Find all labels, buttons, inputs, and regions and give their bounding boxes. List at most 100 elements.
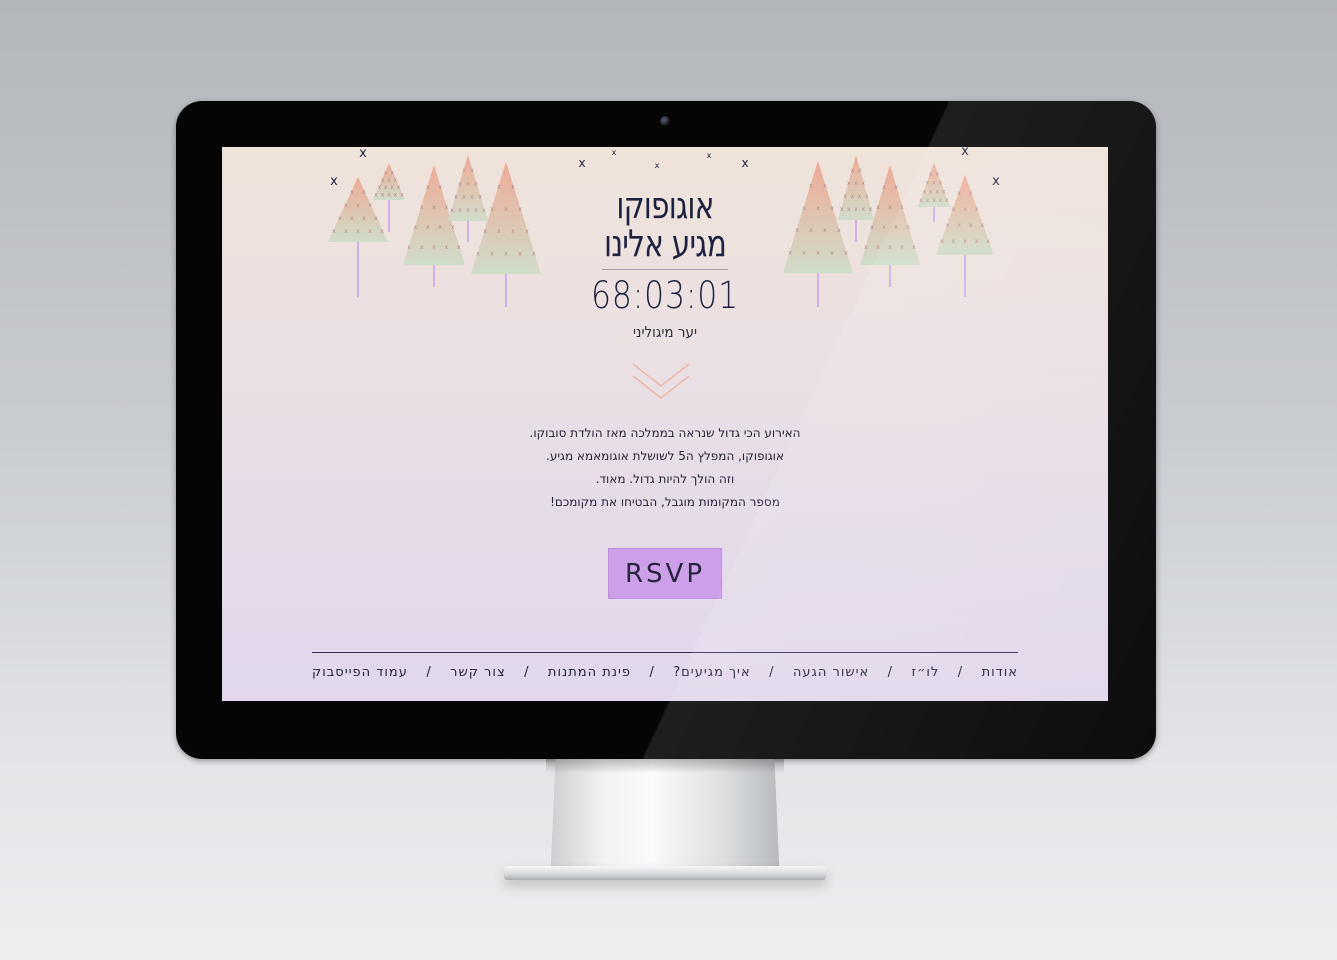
- tree-pattern-mark: x: [381, 192, 385, 199]
- tree-pattern-mark: x: [400, 192, 404, 199]
- tree-pattern-mark: x: [975, 238, 979, 245]
- tree-pattern-mark: x: [900, 244, 904, 251]
- tree-pattern-mark: x: [963, 206, 967, 213]
- tree-pattern-mark: x: [518, 206, 522, 213]
- tree-pattern-mark: x: [390, 169, 394, 176]
- website-screen: x x x x x x x x x x x x x x x x x x x x x x x x x x x x x x x x x x x x x x x x…: [222, 147, 1108, 701]
- tree-pattern-mark: x: [362, 189, 366, 196]
- snow-mark: x: [707, 151, 712, 160]
- nav-item-rsvp[interactable]: אישור הגעה: [793, 665, 869, 680]
- nav-separator: /: [426, 665, 432, 680]
- tree-pattern-mark: x: [865, 193, 869, 200]
- monitor-stand-neck: [546, 759, 784, 879]
- tree-pattern-mark: x: [504, 206, 508, 213]
- tree-pattern-mark: x: [420, 204, 424, 211]
- tree-pattern-mark: x: [344, 202, 348, 209]
- stand-shadow: [546, 759, 784, 773]
- tree-pattern-mark: x: [823, 227, 827, 234]
- tree-pattern-mark: x: [888, 244, 892, 251]
- tree-pattern-mark: x: [823, 182, 827, 189]
- tree-pattern-mark: x: [490, 251, 494, 258]
- tree-pattern-mark: x: [504, 251, 508, 258]
- nav-item-contact[interactable]: צור קשר: [450, 665, 506, 680]
- tree-pattern-mark: x: [926, 197, 930, 204]
- tree-pattern-mark: x: [458, 207, 462, 214]
- tree-pattern-mark: x: [854, 206, 858, 213]
- tree-pattern-mark: x: [946, 222, 950, 229]
- nav-item-gifts[interactable]: פינת המתנות: [548, 665, 631, 680]
- tree-pattern-mark: x: [338, 215, 342, 222]
- rsvp-button[interactable]: RSVP: [608, 548, 722, 599]
- tree-pattern-mark: x: [830, 205, 834, 212]
- tree-pattern-mark: x: [929, 188, 933, 195]
- description-line: מספר המקומות מוגבל, הבטיחו את מקומכם!: [550, 495, 780, 509]
- tree-pattern-mark: x: [432, 244, 436, 251]
- tree-pattern-mark: x: [450, 207, 454, 214]
- tree-pattern-mark: x: [969, 222, 973, 229]
- tree-pattern-mark: x: [876, 204, 880, 211]
- tree-pattern-mark: x: [457, 244, 461, 251]
- tree-pattern-mark: x: [816, 205, 820, 212]
- tree-pattern-mark: x: [378, 184, 382, 191]
- countdown-timer: 68:03:01: [590, 274, 740, 317]
- tree-pattern-mark: x: [511, 228, 515, 235]
- tree-pattern-mark: x: [390, 184, 394, 191]
- tree-pattern-mark: x: [350, 215, 354, 222]
- chevron-down-icon[interactable]: [631, 360, 691, 402]
- snow-mark: x: [578, 156, 585, 170]
- tree-pattern-mark: x: [864, 244, 868, 251]
- event-description: האירוע הכי גדול שנראה בממלכה מאז הולדת ס…: [465, 422, 865, 514]
- snow-mark: x: [655, 161, 660, 170]
- tree-pattern-mark: x: [414, 224, 418, 231]
- tree-pattern-mark: x: [374, 192, 378, 199]
- nav-item-directions[interactable]: איך מגיעים?: [673, 665, 750, 680]
- monitor-stand-base: [504, 866, 826, 880]
- tree-pattern-mark: x: [356, 228, 360, 235]
- tree-pattern-mark: x: [474, 180, 478, 187]
- tree-pattern-mark: x: [939, 197, 943, 204]
- tree-pattern-mark: x: [830, 250, 834, 257]
- tree-pattern-mark: x: [952, 206, 956, 213]
- tree-pattern-mark: x: [394, 192, 398, 199]
- tree-pattern-mark: x: [380, 228, 384, 235]
- tree-pattern-mark: x: [900, 204, 904, 211]
- nav-separator: /: [957, 665, 964, 680]
- tree-pattern-mark: x: [940, 238, 944, 245]
- tree-pattern-mark: x: [975, 206, 979, 213]
- tree-pattern-mark: x: [387, 192, 391, 199]
- tree-pattern-mark: x: [851, 193, 855, 200]
- tree-pattern-mark: x: [939, 180, 943, 187]
- event-title-line2: מגיע אלינו: [603, 222, 727, 265]
- tree-pattern-mark: x: [969, 190, 973, 197]
- tree-pattern-mark: x: [869, 206, 873, 213]
- tree-pattern-mark: x: [407, 244, 411, 251]
- tree-pattern-mark: x: [511, 183, 515, 190]
- tree-pattern-mark: x: [451, 224, 455, 231]
- nav-item-about[interactable]: אודות: [982, 665, 1018, 680]
- tree-pattern-mark: x: [332, 228, 336, 235]
- tree-pattern-mark: x: [490, 206, 494, 213]
- tree-pattern-mark: x: [844, 250, 848, 257]
- tree-pattern-mark: x: [432, 204, 436, 211]
- snow-mark: x: [961, 147, 969, 159]
- tree-pattern-mark: x: [462, 167, 466, 174]
- tree-pattern-mark: x: [963, 238, 967, 245]
- nav-item-schedule[interactable]: לו״ז: [912, 665, 940, 680]
- tree-pattern-mark: x: [476, 251, 480, 258]
- tree-pattern-mark: x: [935, 171, 939, 178]
- tree-pattern-mark: x: [362, 215, 366, 222]
- tree-pattern-mark: x: [368, 202, 372, 209]
- tree-pattern-mark: x: [497, 183, 501, 190]
- tree-pattern-mark: x: [368, 228, 372, 235]
- tree-pattern-mark: x: [532, 251, 536, 258]
- tree-pattern-mark: x: [474, 207, 478, 214]
- tree-pattern-mark: x: [795, 227, 799, 234]
- nav-item-facebook[interactable]: עמוד הפייסבוק: [312, 665, 408, 680]
- camera-icon: [660, 116, 670, 126]
- tree-pattern-mark: x: [861, 206, 865, 213]
- description-line: האירוע הכי גדול שנראה בממלכה מאז הולדת ס…: [529, 426, 801, 440]
- tree-pattern-mark: x: [882, 184, 886, 191]
- tree-pattern-mark: x: [952, 238, 956, 245]
- tree-pattern-mark: x: [840, 206, 844, 213]
- tree-pattern-mark: x: [454, 194, 458, 201]
